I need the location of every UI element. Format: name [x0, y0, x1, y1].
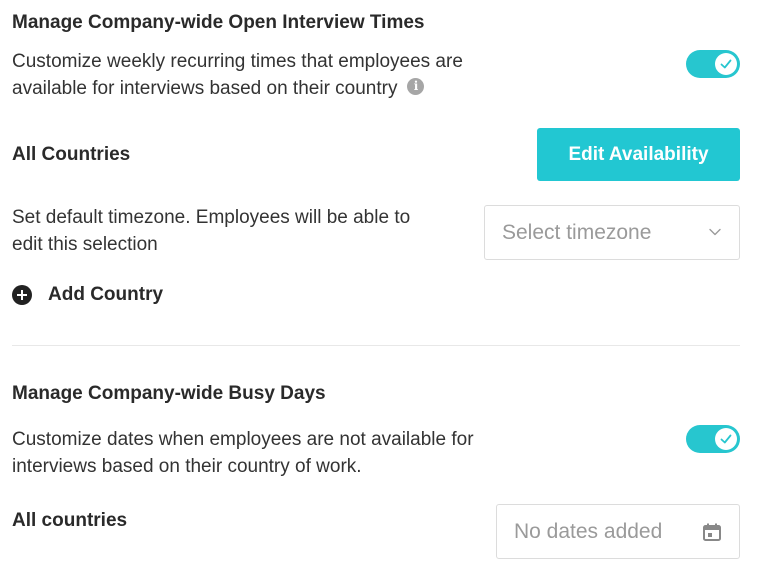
check-icon — [720, 59, 732, 69]
all-countries-label: All Countries — [12, 144, 131, 165]
timezone-select-placeholder: Select timezone — [502, 220, 652, 244]
busy-days-all-countries-label: All countries — [12, 510, 128, 531]
check-icon — [720, 434, 732, 444]
timezone-description: Set default timezone. Employees will be … — [12, 204, 410, 258]
open-times-description-line2: available for interviews based on their … — [12, 78, 398, 99]
add-country-label: Add Country — [48, 284, 164, 305]
timezone-description-line1: Set default timezone. Employees will be … — [12, 207, 411, 228]
open-times-description: Customize weekly recurring times that em… — [12, 48, 463, 102]
busy-dates-picker[interactable]: No dates added — [496, 504, 740, 559]
toggle-knob — [715, 428, 737, 450]
busy-days-title: Manage Company-wide Busy Days — [12, 383, 326, 404]
info-icon[interactable]: i — [407, 78, 425, 96]
busy-days-description: Customize dates when employees are not a… — [12, 426, 474, 480]
busy-dates-placeholder: No dates added — [514, 519, 663, 543]
plus-circle-icon — [12, 285, 32, 305]
busy-days-description-line1: Customize dates when employees are not a… — [12, 429, 474, 450]
toggle-knob — [715, 53, 737, 75]
busy-days-description-line2: interviews based on their country of wor… — [12, 456, 362, 477]
calendar-icon — [703, 523, 721, 541]
section-divider — [12, 345, 740, 346]
open-times-description-line2-wrap: available for interviews based on their … — [12, 75, 463, 102]
open-times-title: Manage Company-wide Open Interview Times — [12, 12, 425, 33]
add-country-button[interactable]: Add Country — [12, 284, 163, 306]
open-times-description-line1: Customize weekly recurring times that em… — [12, 51, 463, 72]
timezone-select[interactable]: Select timezone — [484, 205, 740, 260]
timezone-description-line2: edit this selection — [12, 234, 158, 255]
busy-days-toggle[interactable] — [686, 425, 740, 453]
open-times-toggle[interactable] — [686, 50, 740, 78]
edit-availability-button[interactable]: Edit Availability — [537, 128, 740, 181]
chevron-down-icon — [709, 228, 721, 236]
